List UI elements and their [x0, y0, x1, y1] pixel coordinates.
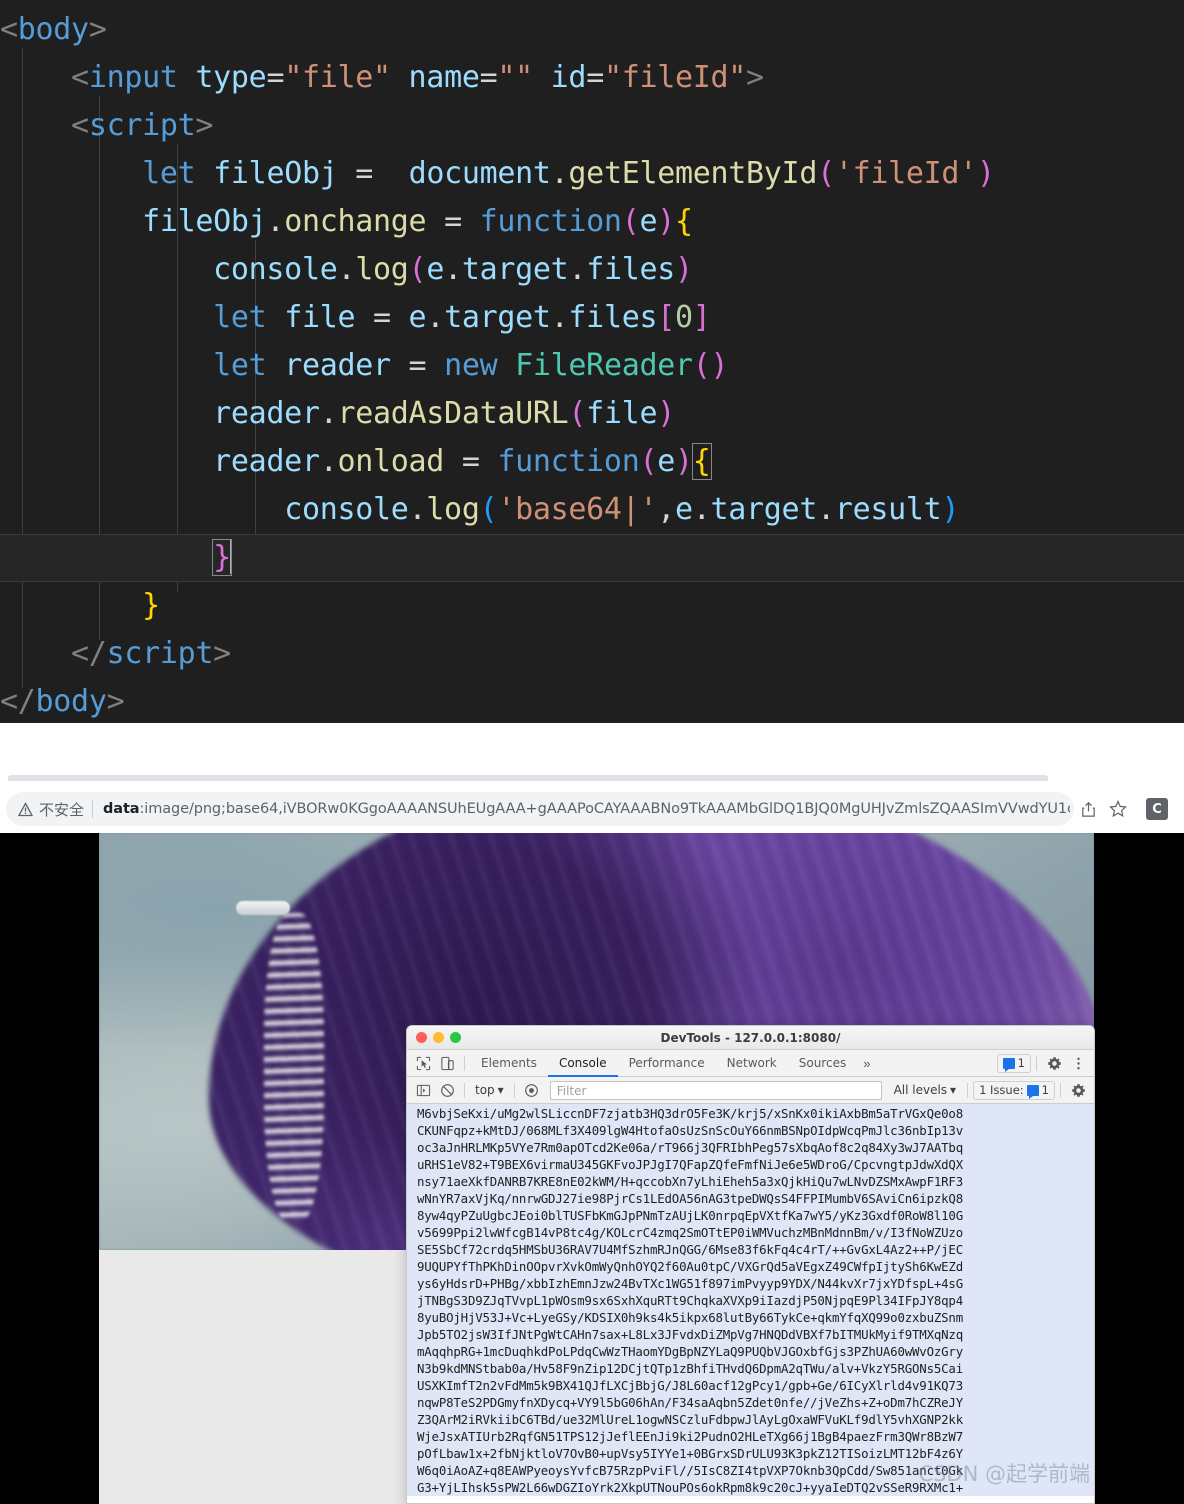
devtools-window: DevTools - 127.0.0.1:8080/ Elements Conso… [406, 1025, 1095, 1504]
code-line: <input type="file" name="" id="fileId"> [71, 60, 764, 95]
log-levels-label: All levels [893, 1083, 948, 1097]
console-line: jTNBgS3D9ZJqTVvpL1pWOsm9sx6SxhXquRTt9Chq… [417, 1293, 963, 1308]
code-line: reader.onload = function(e){ [213, 443, 712, 480]
console-line: M6vbjSeKxi/uMg2wlSLiccnDF7zjatb3HQ3drO5F… [417, 1106, 963, 1121]
console-line: USXKImfT2n2vFdMm5k9BX41QJfLXCjBbjG/J8L60… [417, 1378, 963, 1393]
not-secure-warning-icon [18, 801, 33, 817]
console-line: pOfLbaw1x+2fbNjktloV7OvB0+upVsy5IYYe1+0B… [417, 1446, 963, 1461]
more-tabs-icon[interactable]: » [857, 1056, 876, 1071]
clear-console-icon[interactable] [435, 1079, 459, 1101]
devtools-tab-list: Elements Console Performance Network Sources [470, 1050, 857, 1077]
context-label: top [475, 1083, 495, 1097]
console-line: nsy71aeXkfDANRB7KRE8nE02kWM/H+qccobXn7yL… [417, 1174, 963, 1189]
omnibox-actions: C [1074, 795, 1178, 823]
address-bar[interactable]: 不安全 data:image/png;base64,iVBORw0KGgoAAA… [6, 792, 1074, 826]
code-line: </body> [0, 684, 125, 719]
issues-badge[interactable]: 1 Issue: 1 [973, 1080, 1055, 1100]
console-selected-text[interactable]: M6vbjSeKxi/uMg2wlSLiccnDF7zjatb3HQ3drO5F… [407, 1104, 1094, 1496]
filter-input[interactable]: Filter [549, 1080, 882, 1100]
context-selector[interactable]: top ▾ [470, 1083, 509, 1097]
device-toolbar-icon[interactable] [435, 1052, 459, 1074]
console-toolbar-divider-2 [513, 1082, 515, 1098]
console-settings-gear-icon[interactable] [1066, 1079, 1090, 1101]
issues-count: 1 [1041, 1083, 1049, 1097]
console-toolbar: top ▾ Filter All levels ▾ 1 Issue: 1 [407, 1077, 1094, 1104]
console-line: N3b9kdMNStbab0a/Hv58F9nZip12DCjtQTp1zBhf… [417, 1361, 963, 1376]
console-line: 9UQUPYfThPKhDinOOpvrXvkOmWyQnhOYQ2f60Au0… [417, 1259, 963, 1274]
inspect-element-icon[interactable] [411, 1052, 435, 1074]
console-line: ys6yHdsrD+PHBg/xbbIzhEmnJzw24BvTXc1WG51f… [417, 1276, 963, 1291]
console-line: WjeJsxATIUrb2RqfGN51TPS12jJeflEEnJi9ki2P… [417, 1429, 963, 1444]
code-line: let reader = new FileReader() [213, 348, 729, 383]
message-count-label: 1 [1017, 1056, 1025, 1070]
console-line: nqwP8TeS2PDGmyfnXDycq+VY9l5bG06hAn/F34sa… [417, 1395, 963, 1410]
console-output-panel[interactable]: M6vbjSeKxi/uMg2wlSLiccnDF7zjatb3HQ3drO5F… [407, 1104, 1094, 1503]
message-bubble-icon [1002, 1057, 1015, 1072]
code-line: let fileObj = document.getElementById('f… [142, 156, 995, 191]
console-line: W6q0iAoAZ+q8EAWPyeoysYvfcB75RzpPviFl//5I… [417, 1463, 963, 1478]
code-line: console.log(e.target.files) [213, 252, 693, 287]
devtools-tab-sources[interactable]: Sources [788, 1050, 857, 1077]
code-editor-pane[interactable]: <body> <input type="file" name="" id="fi… [0, 0, 1184, 723]
url-rest: :image/png;base64,iVBORw0KGgoAAAANSUhEUg… [139, 801, 1071, 817]
toolbar-divider-2 [1036, 1055, 1037, 1071]
code-line: console.log('base64|',e.target.result) [284, 492, 960, 527]
console-line: v5699Ppi2lwWfcgB14vP8tc4g/KOLcrC4zmq2SmO… [417, 1225, 963, 1240]
devtools-titlebar[interactable]: DevTools - 127.0.0.1:8080/ [407, 1026, 1094, 1050]
console-line: SE5SbCf72crdq5HMSbU36RAV7U4MfSzhmRJnQGG/… [417, 1242, 963, 1257]
code-line: </script> [71, 636, 231, 671]
code-line: } [142, 588, 160, 623]
url-text[interactable]: data:image/png;base64,iVBORw0KGgoAAAANSU… [103, 801, 1070, 817]
code-line: <body> [0, 12, 107, 47]
live-expression-eye-icon[interactable] [520, 1079, 544, 1101]
code-line: let file = e.target.files[0] [213, 300, 711, 335]
issues-label: 1 Issue: [979, 1083, 1024, 1097]
toolbar-divider [464, 1055, 465, 1071]
devtools-tab-network[interactable]: Network [716, 1050, 788, 1077]
console-line: Z3QArM2iRVkiibC6TBd/ue32MlUreL1ogwNSCzlu… [417, 1412, 963, 1427]
console-line: mAqqhpRG+1mcDuqhkdPoLPdqCwWzTHaomYDgBpNZ… [417, 1344, 963, 1359]
console-sidebar-icon[interactable] [411, 1079, 435, 1101]
settings-gear-icon[interactable] [1042, 1052, 1066, 1074]
tab-strip[interactable] [0, 723, 1184, 785]
issue-bubble-icon [1026, 1084, 1039, 1099]
tab-placeholder[interactable] [8, 775, 1048, 781]
star-icon[interactable] [1104, 795, 1132, 823]
code-lines: <body> <input type="file" name="" id="fi… [0, 6, 1184, 723]
console-line: Jpb5TO2jsW3IfJNtPgWtCAHn7sax+L8Lx3JFvdxD… [417, 1327, 963, 1342]
devtools-tab-performance[interactable]: Performance [618, 1050, 716, 1077]
url-scheme: data [103, 801, 140, 817]
console-line: CKUNFqpz+kMtDJ/068MLf3X409lgW4HtofaOsUzS… [417, 1123, 963, 1138]
photo-hair-clip [236, 901, 290, 915]
omnibox-divider [92, 800, 94, 818]
console-toolbar-divider [464, 1082, 465, 1098]
console-line: uRHS1eV82+T9BEX6virmaU345GKFvoJPJgI7QFap… [417, 1157, 963, 1172]
console-line: G3+YjLIhsk5sPW2L66wDGZIoYrk2XkpUTNouPOs6… [417, 1480, 963, 1495]
console-line: 8yuBOjHjV53J+Vc+LyeGSy/KDSIX0h9ks4k5ikpx… [417, 1310, 963, 1325]
console-line: 8yw4qyPZuUgbcJEoi0blTUSFbKmGJpPNmTzAUjLK… [417, 1208, 963, 1223]
omnibox-row: 不安全 data:image/png;base64,iVBORw0KGgoAAA… [0, 785, 1184, 833]
devtools-tab-console[interactable]: Console [547, 1050, 618, 1077]
chevron-down-icon-2: ▾ [950, 1083, 957, 1097]
code-line: reader.readAsDataURL(file) [213, 396, 675, 431]
not-secure-label: 不安全 [39, 800, 85, 819]
share-icon[interactable] [1074, 795, 1102, 823]
console-line: wNnYR7axVjKq/nnrwGDJ27ie98PjrCs1LEdOA56n… [417, 1191, 963, 1206]
code-line: <script> [71, 108, 214, 143]
message-count-badge[interactable]: 1 [996, 1053, 1031, 1073]
log-levels-selector[interactable]: All levels ▾ [888, 1083, 963, 1097]
devtools-title: DevTools - 127.0.0.1:8080/ [660, 1030, 841, 1045]
photo-chain-accessory [264, 913, 324, 1223]
console-line: oc3aJnHRLMKp5VYe7Rm0apOTcd2Ke06a/rT966j3… [417, 1140, 963, 1155]
devtools-tab-elements[interactable]: Elements [470, 1050, 548, 1077]
devtools-tabbar: Elements Console Performance Network Sources… [407, 1050, 1094, 1077]
console-toolbar-divider-3 [967, 1082, 969, 1098]
code-line: } [0, 534, 1184, 582]
console-toolbar-divider-4 [1060, 1082, 1061, 1098]
code-line: fileObj.onchange = function(e){ [142, 204, 693, 239]
chevron-down-icon: ▾ [497, 1083, 504, 1097]
extension-icon[interactable]: C [1146, 798, 1168, 820]
more-options-icon[interactable] [1066, 1052, 1090, 1074]
